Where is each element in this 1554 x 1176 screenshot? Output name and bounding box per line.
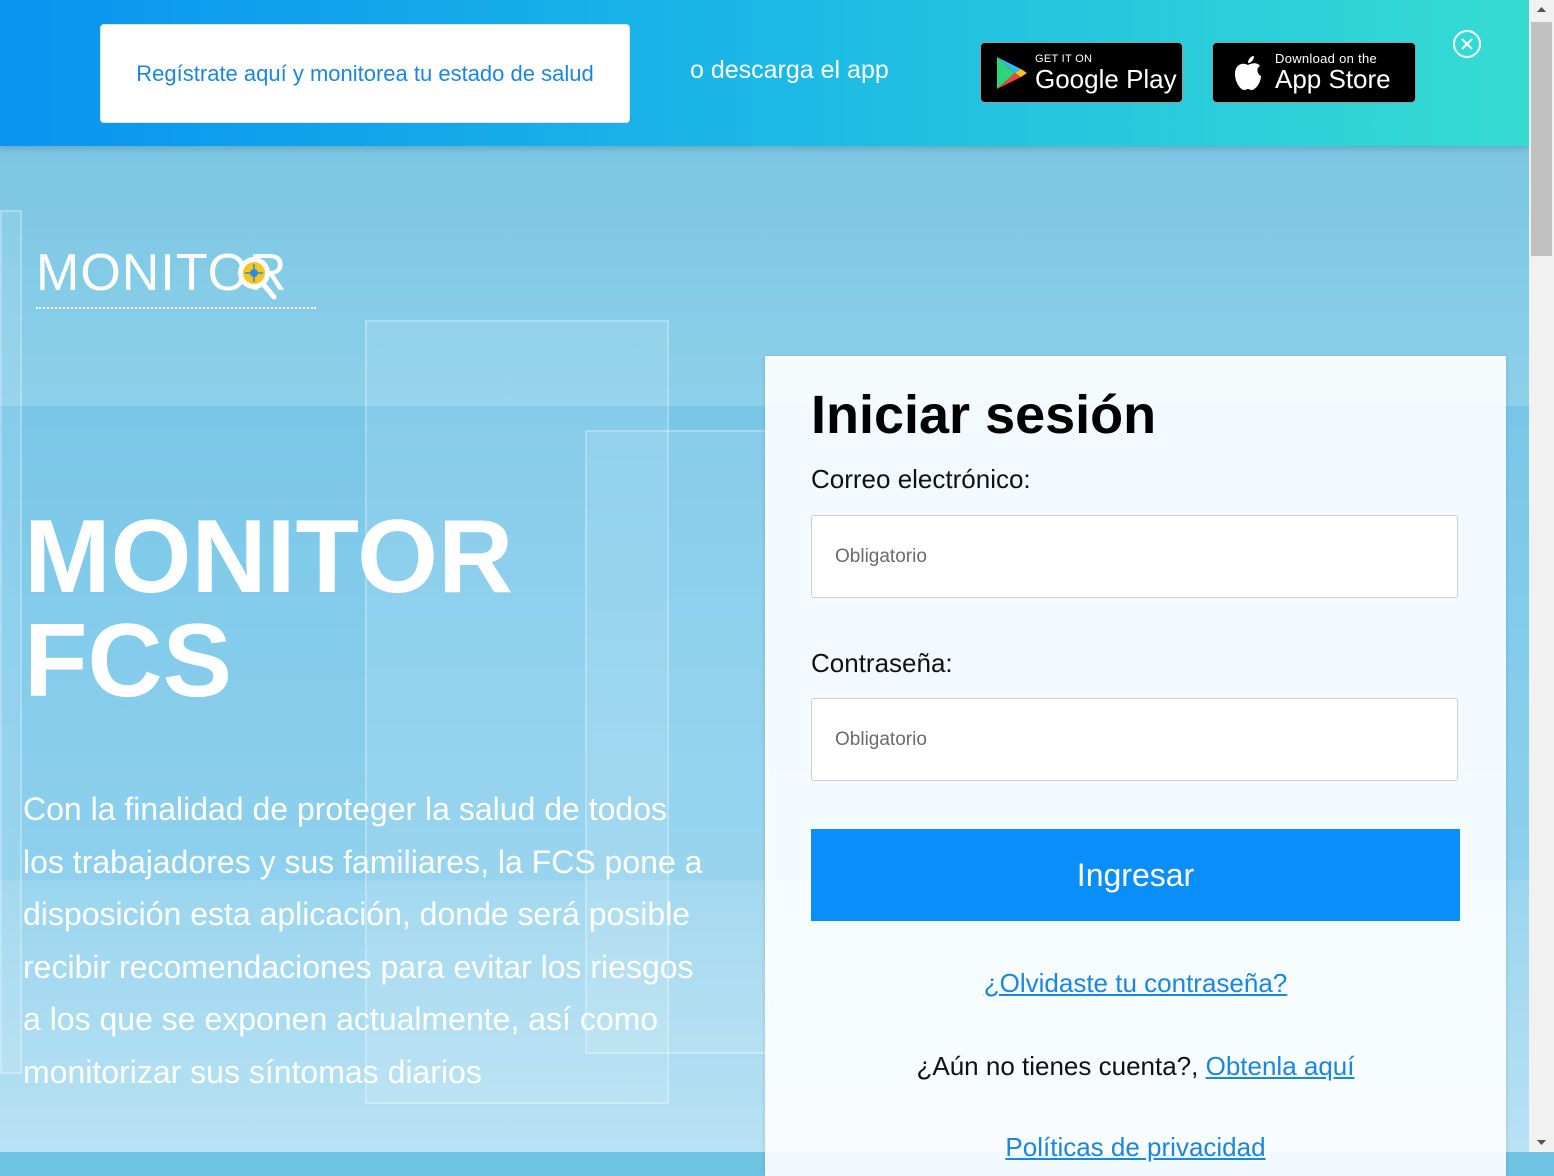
email-label: Correo electrónico: xyxy=(811,464,1031,494)
privacy-row: Políticas de privacidad xyxy=(765,1132,1506,1163)
app-store-badge[interactable]: Download on the App Store xyxy=(1212,42,1416,103)
google-play-big-text: Google Play xyxy=(1035,63,1177,94)
scrollbar-thumb[interactable] xyxy=(1531,22,1552,256)
hero-title: MONITOR FCS xyxy=(24,505,513,713)
login-submit-button[interactable]: Ingresar xyxy=(811,829,1460,921)
hero-title-line1: MONITOR xyxy=(24,499,514,615)
app-download-banner: Regístrate aquí y monitorea tu estado de… xyxy=(0,0,1529,146)
apple-icon xyxy=(1235,55,1261,90)
hero-description: Con la finalidad de proteger la salud de… xyxy=(23,791,703,1090)
password-label: Contraseña: xyxy=(811,648,953,678)
google-play-icon xyxy=(997,56,1027,89)
forgot-password-row: ¿Olvidaste tu contraseña? xyxy=(765,968,1506,999)
close-icon xyxy=(1461,38,1473,50)
register-button[interactable]: Regístrate aquí y monitorea tu estado de… xyxy=(100,24,630,123)
google-play-small-text: GET IT ON xyxy=(1035,52,1093,65)
signup-link[interactable]: Obtenla aquí xyxy=(1206,1051,1355,1081)
close-banner-icon[interactable] xyxy=(1453,30,1481,58)
login-title: Iniciar sesión xyxy=(811,385,1157,445)
no-account-text: ¿Aún no tienes cuenta?, xyxy=(916,1051,1206,1081)
logo-dotted-underline xyxy=(36,307,316,309)
password-field[interactable] xyxy=(811,698,1458,781)
scroll-down-arrow-icon[interactable] xyxy=(1529,1132,1554,1152)
monitor-logo: MONITOR xyxy=(36,243,316,309)
email-field[interactable] xyxy=(811,515,1458,598)
privacy-policy-link[interactable]: Políticas de privacidad xyxy=(1005,1132,1265,1162)
download-app-text: o descarga el app xyxy=(690,56,889,84)
magnifier-virus-icon xyxy=(238,257,277,300)
app-store-small-text: Download on the xyxy=(1275,50,1378,66)
login-card: Iniciar sesión Correo electrónico: Contr… xyxy=(765,356,1506,1176)
vertical-scrollbar[interactable] xyxy=(1529,0,1554,1152)
hero-title-line2: FCS xyxy=(24,603,232,719)
app-store-big-text: App Store xyxy=(1275,63,1391,94)
google-play-badge[interactable]: GET IT ON Google Play xyxy=(980,42,1183,103)
signup-row: ¿Aún no tienes cuenta?, Obtenla aquí xyxy=(765,1051,1506,1082)
forgot-password-link[interactable]: ¿Olvidaste tu contraseña? xyxy=(984,968,1288,998)
register-button-label: Regístrate aquí y monitorea tu estado de… xyxy=(136,60,594,86)
scroll-up-arrow-icon[interactable] xyxy=(1529,0,1554,20)
